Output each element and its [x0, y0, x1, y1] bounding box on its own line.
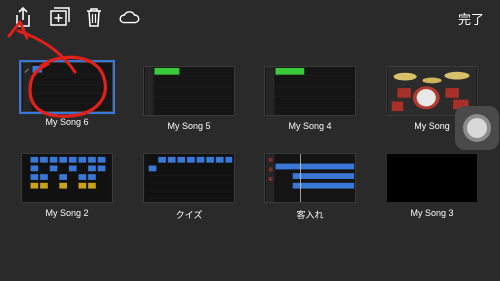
song-card[interactable]: My Song 4 [264, 66, 356, 131]
song-thumbnail[interactable] [143, 66, 235, 116]
song-card[interactable]: My Song 2 [21, 153, 113, 218]
trash-icon[interactable] [82, 5, 106, 29]
done-button[interactable]: 完了 [458, 9, 484, 28]
share-icon[interactable] [11, 5, 35, 29]
song-card[interactable]: 客入れ [264, 153, 356, 221]
toolbar: 完了 [0, 0, 500, 34]
song-card[interactable]: クイズ [143, 153, 235, 221]
song-grid: My Song 6 My Song 5 My Song 4 My Song My… [0, 34, 500, 281]
song-label[interactable]: My Song 3 [386, 208, 478, 218]
song-card[interactable]: My Song 6 [19, 60, 115, 127]
assistive-touch-center [467, 118, 487, 138]
song-thumbnail[interactable] [21, 153, 113, 203]
song-label[interactable]: My Song 6 [21, 117, 113, 127]
song-label[interactable]: My Song 4 [264, 121, 356, 131]
song-label[interactable]: My Song 5 [143, 121, 235, 131]
song-card[interactable]: My Song 5 [143, 66, 235, 131]
song-thumbnail[interactable] [264, 66, 356, 116]
song-thumbnail[interactable] [143, 153, 235, 203]
song-thumbnail[interactable] [386, 153, 478, 203]
song-thumbnail[interactable] [264, 153, 356, 203]
song-label[interactable]: クイズ [143, 208, 235, 221]
song-thumbnail[interactable] [19, 60, 115, 114]
song-label[interactable]: 客入れ [264, 208, 356, 221]
song-label[interactable]: My Song 2 [21, 208, 113, 218]
cloud-icon[interactable] [117, 5, 143, 29]
assistive-touch-button[interactable] [455, 106, 499, 150]
song-card[interactable]: My Song 3 [386, 153, 478, 218]
add-icon[interactable] [47, 5, 71, 29]
